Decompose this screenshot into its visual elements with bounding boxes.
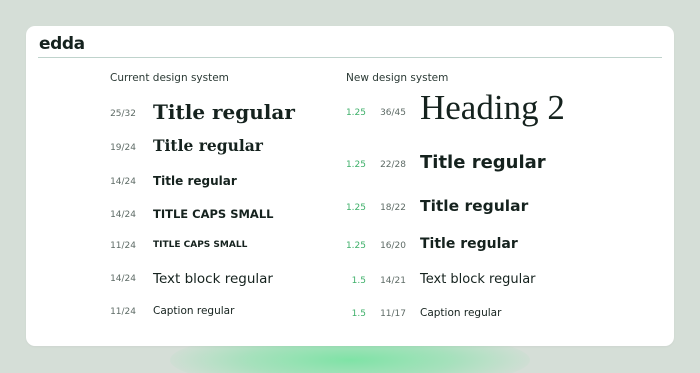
scale-ratio: 1.5 — [351, 309, 366, 319]
line-height-value: 16/20 — [380, 241, 406, 251]
line-height-value: 14/24 — [110, 274, 136, 284]
typography-card: edda Current design system 25/32 Title r… — [26, 26, 674, 346]
scale-ratio: 1.25 — [345, 108, 366, 118]
line-height-value: 22/28 — [380, 160, 406, 170]
type-sample: Title regular — [153, 174, 237, 188]
line-height-value: 36/45 — [380, 108, 406, 118]
type-sample: Title regular — [153, 136, 263, 155]
line-height-value: 18/22 — [380, 203, 406, 213]
scale-ratio: 1.25 — [345, 203, 366, 213]
type-sample: Title regular — [420, 152, 546, 173]
type-sample: Caption regular — [420, 307, 502, 319]
scale-ratio: 1.25 — [345, 160, 366, 170]
type-sample: TITLE CAPS SMALL — [153, 207, 274, 221]
type-sample: Title regular — [420, 236, 518, 252]
scale-ratio: 1.25 — [345, 241, 366, 251]
type-sample: TITLE CAPS SMALL — [153, 240, 248, 250]
line-height-value: 14/24 — [110, 210, 136, 220]
type-sample: Heading 2 — [420, 88, 565, 127]
right-column-title: New design system — [346, 72, 449, 84]
type-sample: Text block regular — [153, 271, 273, 287]
brand-logo: edda — [39, 34, 85, 54]
type-sample: Title regular — [420, 197, 529, 215]
line-height-value: 19/24 — [110, 143, 136, 153]
line-height-value: 14/24 — [110, 177, 136, 187]
header-divider — [38, 57, 662, 58]
type-sample: Caption regular — [153, 305, 235, 317]
line-height-value: 11/17 — [380, 309, 406, 319]
left-column-title: Current design system — [110, 72, 229, 84]
type-sample: Title regular — [153, 100, 295, 124]
scale-ratio: 1.5 — [351, 276, 366, 286]
line-height-value: 11/24 — [110, 241, 136, 251]
line-height-value: 11/24 — [110, 307, 136, 317]
line-height-value: 14/21 — [380, 276, 406, 286]
line-height-value: 25/32 — [110, 109, 136, 119]
type-sample: Text block regular — [420, 272, 536, 287]
